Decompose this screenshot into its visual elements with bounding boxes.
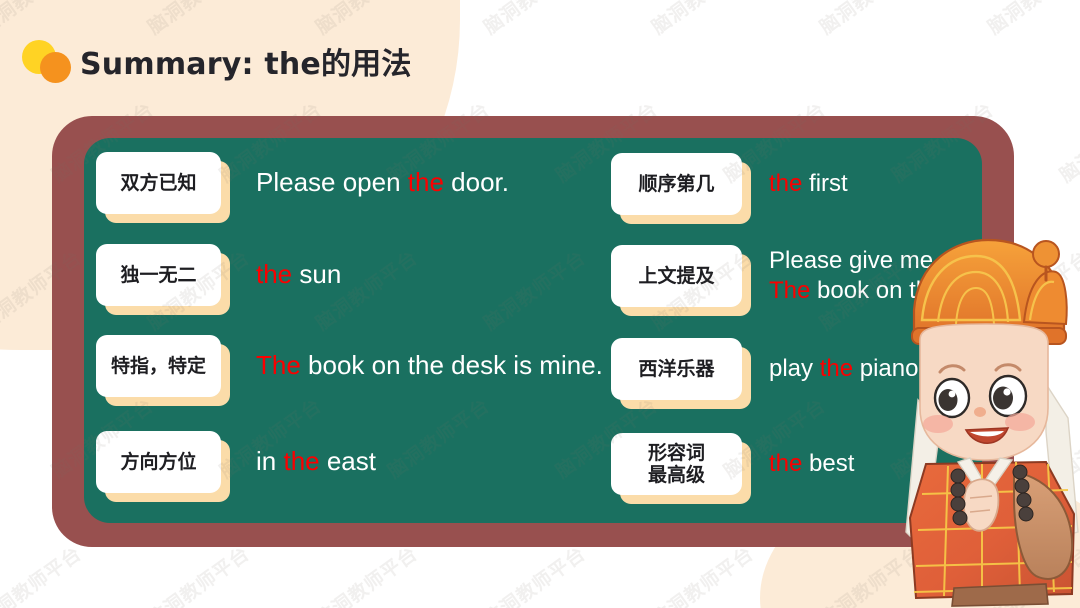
label-card-wrap: 双方已知 (96, 152, 230, 223)
usage-example: the best (769, 449, 854, 479)
usage-example: The book on the desk is mine. (256, 350, 603, 381)
example-highlight: the (256, 259, 293, 290)
example-post: first (802, 169, 848, 197)
example-highlight: the (819, 354, 854, 382)
example-highlight: the (283, 446, 320, 477)
usage-label-card[interactable]: 上文提及 (611, 245, 742, 307)
usage-row-left-4: 方向方位 in the east (96, 431, 376, 502)
example-post: sun (292, 259, 342, 290)
usage-label-card[interactable]: 西洋乐器 (611, 338, 742, 400)
example-highlight: the (407, 167, 444, 198)
usage-label-card[interactable]: 形容词 最高级 (611, 433, 742, 495)
usage-label-card[interactable]: 特指，特定 (96, 335, 221, 397)
label-card-wrap: 特指，特定 (96, 335, 230, 406)
example-pre: Please open (256, 167, 408, 198)
usage-label-text: 方向方位 (120, 450, 197, 473)
usage-label-text: 形容词 最高级 (647, 441, 705, 486)
cartoon-scholar-boy-illustration (896, 232, 1080, 608)
usage-label-text: 独一无二 (120, 263, 197, 286)
usage-label-text: 双方已知 (120, 171, 197, 194)
usage-row-right-3: 西洋乐器 play the piano (611, 338, 918, 409)
label-card-wrap: 西洋乐器 (611, 338, 751, 409)
page-title: Summary: the的用法 (80, 47, 412, 82)
usage-label-text: 上文提及 (638, 264, 715, 287)
usage-example: in the east (256, 446, 376, 477)
example-post: east (319, 446, 376, 477)
usage-example: the sun (256, 259, 342, 290)
example-highlight: the (769, 449, 803, 477)
usage-row-left-2: 独一无二 the sun (96, 244, 342, 315)
label-card-wrap: 形容词 最高级 (611, 433, 751, 504)
label-card-wrap: 方向方位 (96, 431, 230, 502)
usage-row-right-1: 顺序第几 the first (611, 153, 848, 224)
usage-label-card[interactable]: 顺序第几 (611, 153, 742, 215)
label-card-wrap: 独一无二 (96, 244, 230, 315)
orange-circle-icon (40, 52, 71, 83)
usage-label-card[interactable]: 独一无二 (96, 244, 221, 306)
example-pre: play (769, 354, 820, 382)
example-post: best (802, 449, 855, 477)
example-highlight: the (769, 169, 803, 197)
example-highlight: The (256, 350, 301, 381)
example-highlight: The (769, 277, 811, 304)
label-card-wrap: 顺序第几 (611, 153, 751, 224)
usage-label-card[interactable]: 方向方位 (96, 431, 221, 493)
title-dots-decoration (20, 38, 78, 84)
usage-row-right-4: 形容词 最高级 the best (611, 433, 854, 504)
usage-label-text: 顺序第几 (638, 172, 715, 195)
usage-label-text: 特指，特定 (110, 354, 206, 377)
usage-example: Please open the door. (256, 167, 510, 198)
label-card-wrap: 上文提及 (611, 245, 751, 316)
usage-row-left-1: 双方已知 Please open the door. (96, 152, 510, 223)
usage-label-text: 西洋乐器 (638, 357, 715, 380)
example-post: book on the desk is mine. (300, 350, 603, 381)
example-pre: in (256, 446, 284, 477)
slide-title-row: Summary: the的用法 (20, 38, 412, 84)
usage-label-card[interactable]: 双方已知 (96, 152, 221, 214)
example-post: door. (443, 167, 510, 198)
usage-row-left-3: 特指，特定 The book on the desk is mine. (96, 335, 603, 406)
usage-example: the first (769, 169, 848, 199)
slide-canvas: Summary: the的用法 双方已知 Please open the doo… (0, 0, 1080, 608)
